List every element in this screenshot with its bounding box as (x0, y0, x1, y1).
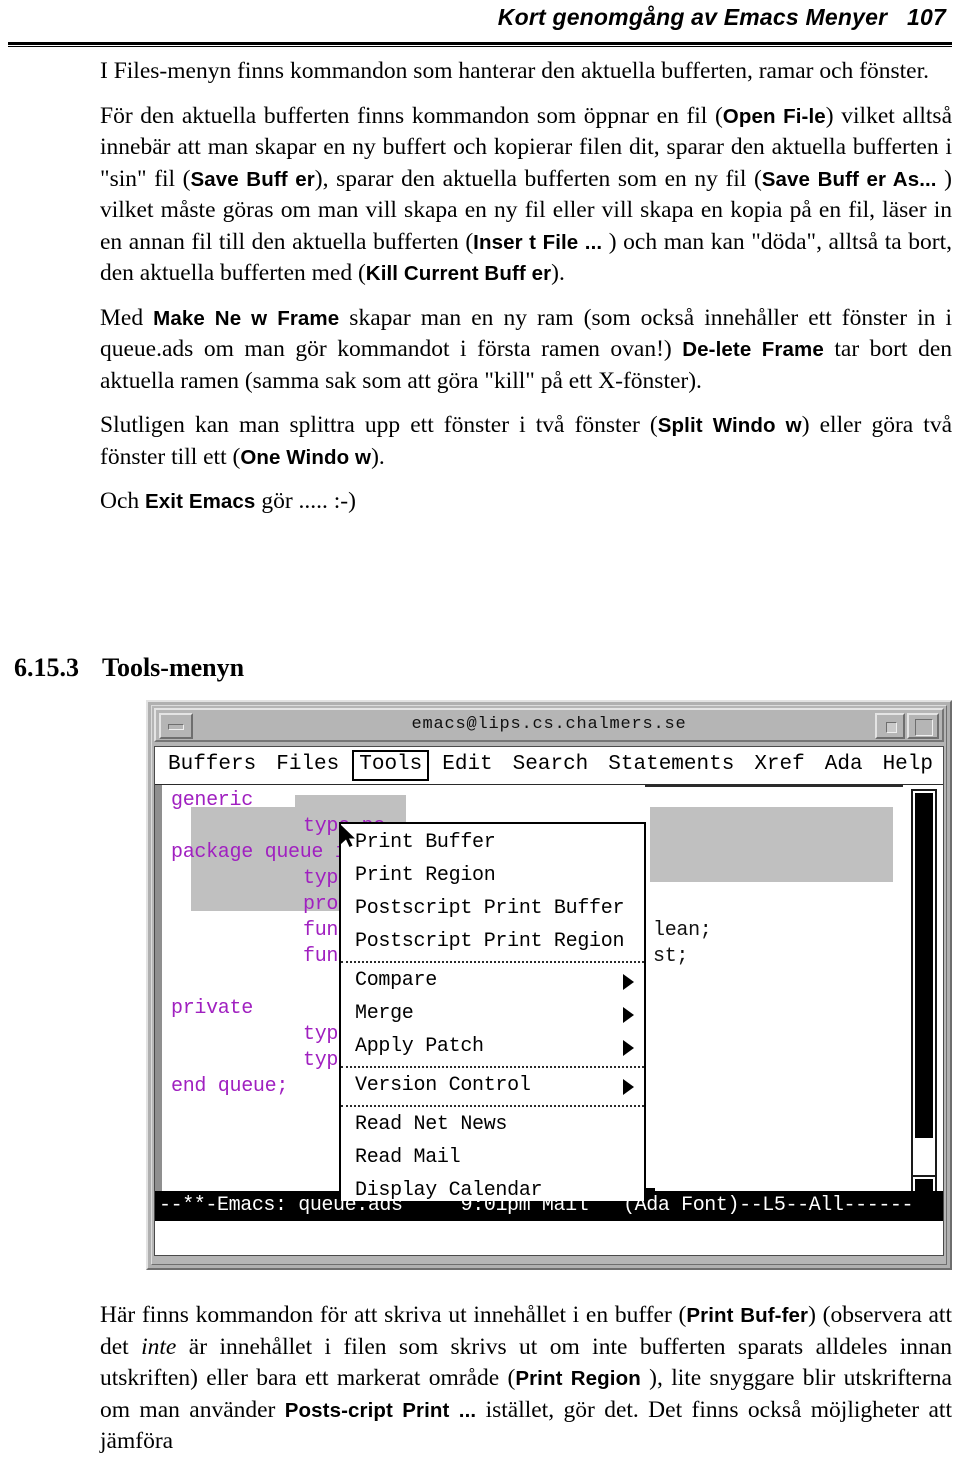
code-fragment: lean; (653, 919, 712, 942)
command-split-window: Split Windo w (657, 414, 802, 437)
emacs-buffer[interactable]: generic type po package queue i type qu … (155, 785, 943, 1201)
menu-separator (341, 1066, 644, 1068)
menu-item-read-mail[interactable]: Read Mail (341, 1142, 644, 1175)
p5-text-1: Och (100, 488, 146, 514)
command-make-new-frame: Make Ne w Frame (153, 306, 340, 330)
code-fragment: st; (653, 945, 689, 968)
menu-item-read-net-news[interactable]: Read Net News (341, 1109, 644, 1142)
emacs-echo-area (155, 1221, 943, 1255)
command-save-buffer: Save Buff er (190, 167, 315, 191)
command-save-buffer-as: Save Buff er As... (761, 167, 937, 191)
paragraph-1-text: I Files-menyn finns kommandon som hanter… (100, 58, 930, 84)
window-title: emacs@lips.cs.chalmers.se (411, 715, 687, 734)
tools-dropdown-menu: Print Buffer Print Region Postscript Pri… (339, 822, 646, 1201)
restore-button[interactable] (875, 713, 905, 739)
header-title: Kort genomgång av Emacs Menyer (497, 4, 888, 30)
maximize-button[interactable] (907, 713, 939, 739)
menubar-item-statements[interactable]: Statements (601, 750, 741, 781)
menubar-item-help[interactable]: Help (876, 750, 940, 781)
code-line: package queue i (171, 841, 347, 864)
running-header: Kort genomgång av Emacs Menyer 107 (0, 4, 960, 50)
restore-icon (886, 722, 897, 733)
mouse-cursor-icon (341, 825, 355, 847)
p5-text-2: gör ..... :-) (255, 488, 356, 514)
menu-item-print-region[interactable]: Print Region (341, 860, 644, 893)
menu-separator (341, 961, 644, 963)
vertical-scrollbar[interactable] (911, 789, 937, 1197)
menubar-item-buffers[interactable]: Buffers (161, 750, 263, 781)
command-delete-frame: De-lete Frame (682, 338, 824, 361)
menu-item-version-control[interactable]: Version Control (341, 1070, 644, 1103)
menu-item-display-calendar[interactable]: Display Calendar (341, 1175, 644, 1201)
paragraph-1: I Files-menyn finns kommandon som hanter… (100, 56, 952, 88)
paragraph-4: Slutligen kan man splittra upp ett fönst… (100, 410, 952, 473)
menu-item-compare[interactable]: Compare (341, 965, 644, 998)
command-open-file: Open Fi-le (722, 104, 826, 128)
menu-item-postscript-print-buffer[interactable]: Postscript Print Buffer (341, 893, 644, 926)
p2-text-1: För den aktuella bufferten finns kommand… (100, 102, 723, 129)
command-postscript-print: Posts-cript Print ... (284, 1398, 477, 1422)
code-line: end queue; (171, 1075, 289, 1098)
menu-separator (341, 1105, 644, 1107)
p2-text-6: ). (551, 260, 565, 286)
command-print-region: Print Region (515, 1367, 641, 1390)
menubar-item-edit[interactable]: Edit (435, 750, 499, 781)
menu-item-merge[interactable]: Merge (341, 998, 644, 1031)
menu-item-apply-patch[interactable]: Apply Patch (341, 1031, 644, 1064)
p4-text-1: Slutligen kan man splittra upp ett fönst… (100, 412, 658, 438)
p2-text-3: ), sparar den aktuella bufferten som en … (314, 165, 762, 192)
p3-text-1: Med (100, 304, 154, 331)
emphasis-inte: inte (141, 1333, 177, 1360)
code-line: generic (171, 789, 253, 812)
menubar-item-search[interactable]: Search (506, 750, 596, 781)
menubar-item-files[interactable]: Files (269, 750, 346, 781)
menubar-item-tools[interactable]: Tools (352, 750, 430, 781)
emacs-menubar: Buffers Files Tools Edit Search Statemen… (155, 747, 943, 785)
maximize-icon (915, 719, 933, 736)
header-title-and-page: Kort genomgång av Emacs Menyer 107 (498, 4, 946, 31)
body-text-column: I Files-menyn finns kommandon som hanter… (100, 56, 952, 531)
menu-item-postscript-print-region[interactable]: Postscript Print Region (341, 926, 644, 959)
command-exit-emacs: Exit Emacs (145, 490, 256, 513)
menubar-item-ada[interactable]: Ada (818, 750, 870, 781)
paragraph-3: Med Make Ne w Frame skapar man en ny ram… (100, 303, 952, 398)
scrollbar-thumb[interactable] (915, 793, 933, 1138)
p6-text-1: Här finns kommandon för att skriva ut in… (100, 1302, 687, 1328)
page-number: 107 (907, 4, 946, 30)
submenu-arrow-icon (623, 973, 634, 990)
submenu-arrow-icon (623, 1078, 634, 1095)
submenu-arrow-icon (623, 1039, 634, 1056)
header-rule (8, 42, 952, 47)
submenu-arrow-icon (623, 1006, 634, 1023)
section-title: Tools-menyn (102, 653, 245, 682)
command-kill-current-buffer: Kill Current Buff er (365, 262, 552, 285)
section-heading: 6.15.3 Tools-menyn (14, 653, 954, 683)
menu-item-print-buffer[interactable]: Print Buffer (341, 827, 644, 860)
bottom-text-column: Här finns kommandon för att skriva ut in… (100, 1300, 952, 1471)
selection-highlight-c (650, 807, 893, 882)
emacs-screenshot-figure: emacs@lips.cs.chalmers.se Buffers Files … (146, 700, 952, 1270)
menubar-item-xref[interactable]: Xref (747, 750, 811, 781)
command-insert-file: Inser t File ... (473, 230, 603, 254)
command-one-window: One Windo w (240, 445, 372, 469)
emacs-client-area: Buffers Files Tools Edit Search Statemen… (154, 746, 944, 1256)
buffer-left-fringe (155, 785, 162, 1201)
window-title-bar[interactable]: emacs@lips.cs.chalmers.se (154, 708, 944, 742)
command-print-buffer: Print Buf-fer (686, 1304, 809, 1327)
code-line: private (171, 997, 253, 1020)
paragraph-5: Och Exit Emacs gör ..... :-) (100, 486, 952, 518)
paragraph-2: För den aktuella bufferten finns kommand… (100, 101, 952, 290)
section-number: 6.15.3 (14, 653, 79, 682)
p4-text-3: ). (371, 443, 385, 470)
paragraph-6: Här finns kommandon för att skriva ut in… (100, 1300, 952, 1458)
buffer-top-rule (645, 785, 903, 787)
